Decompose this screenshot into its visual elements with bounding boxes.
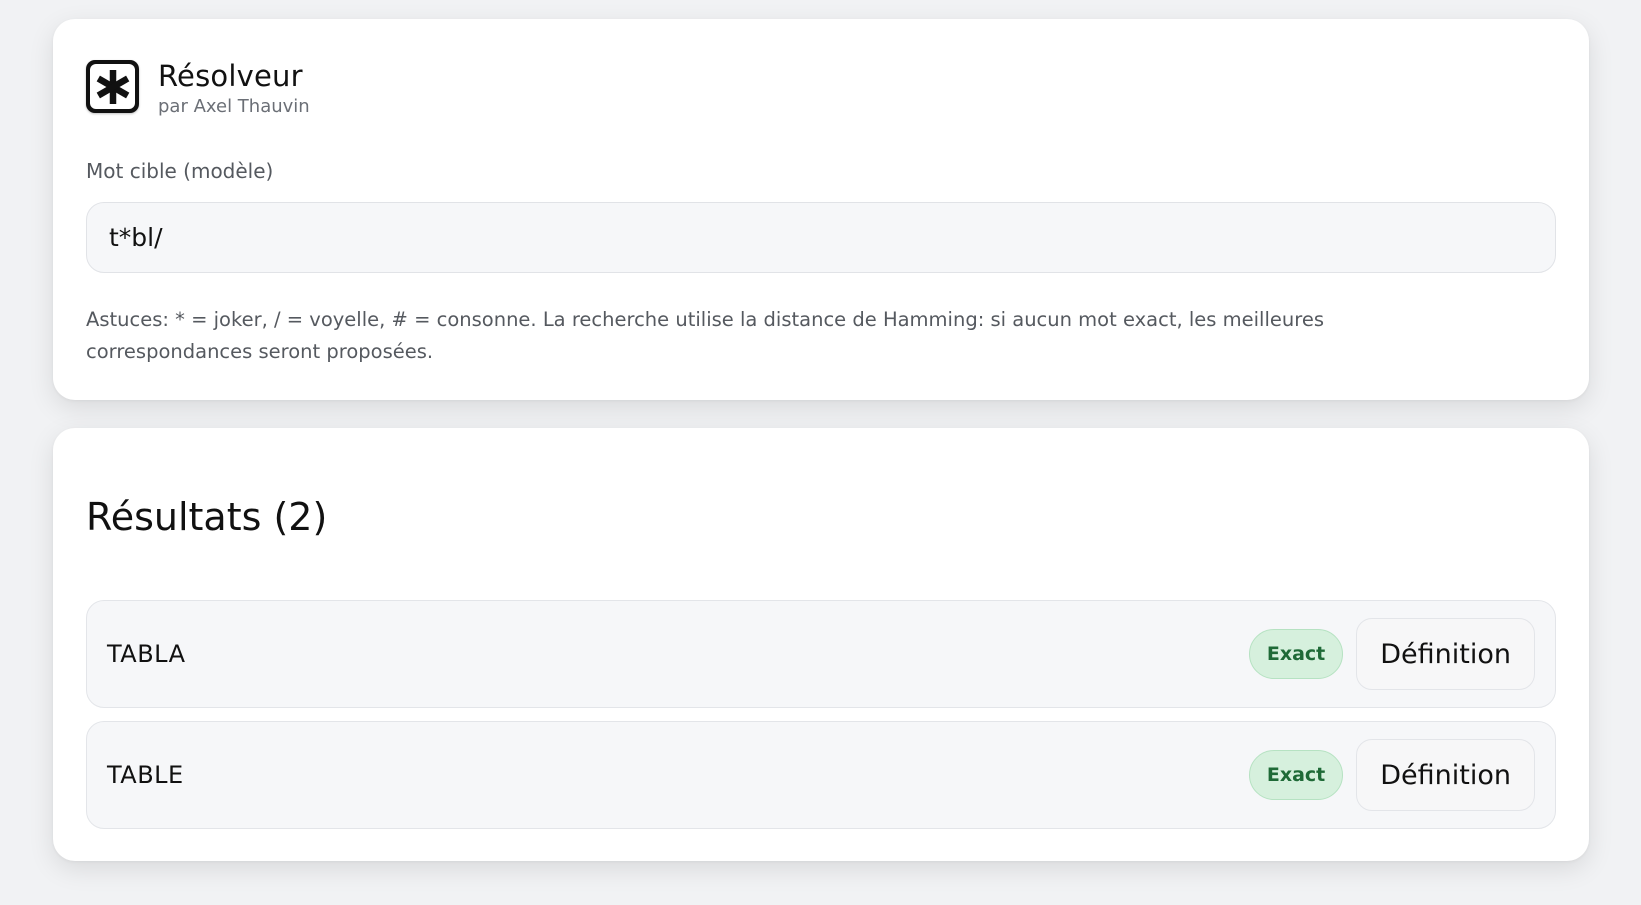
asterisk-icon bbox=[86, 60, 139, 113]
result-word: TABLE bbox=[107, 761, 184, 789]
target-word-label: Mot cible (modèle) bbox=[86, 159, 274, 183]
results-title: Résultats (2) bbox=[86, 495, 328, 539]
exact-badge: Exact bbox=[1248, 629, 1344, 679]
results-card: Résultats (2) TABLA Exact Définition TAB… bbox=[53, 428, 1589, 861]
app-header: Résolveur par Axel Thauvin bbox=[86, 59, 310, 117]
result-word: TABLA bbox=[107, 640, 186, 668]
app-subtitle: par Axel Thauvin bbox=[158, 96, 310, 117]
exact-badge: Exact bbox=[1248, 750, 1344, 800]
definition-button[interactable]: Définition bbox=[1356, 739, 1535, 811]
search-card: Résolveur par Axel Thauvin Mot cible (mo… bbox=[53, 19, 1589, 400]
definition-button[interactable]: Définition bbox=[1356, 618, 1535, 690]
search-hint: Astuces: * = joker, / = voyelle, # = con… bbox=[86, 308, 1324, 363]
result-row: TABLE Exact Définition bbox=[86, 721, 1556, 829]
results-list: TABLA Exact Définition TABLE Exact Défin… bbox=[86, 600, 1556, 842]
target-word-input[interactable] bbox=[86, 202, 1556, 273]
app-title: Résolveur bbox=[158, 59, 303, 93]
result-row: TABLA Exact Définition bbox=[86, 600, 1556, 708]
